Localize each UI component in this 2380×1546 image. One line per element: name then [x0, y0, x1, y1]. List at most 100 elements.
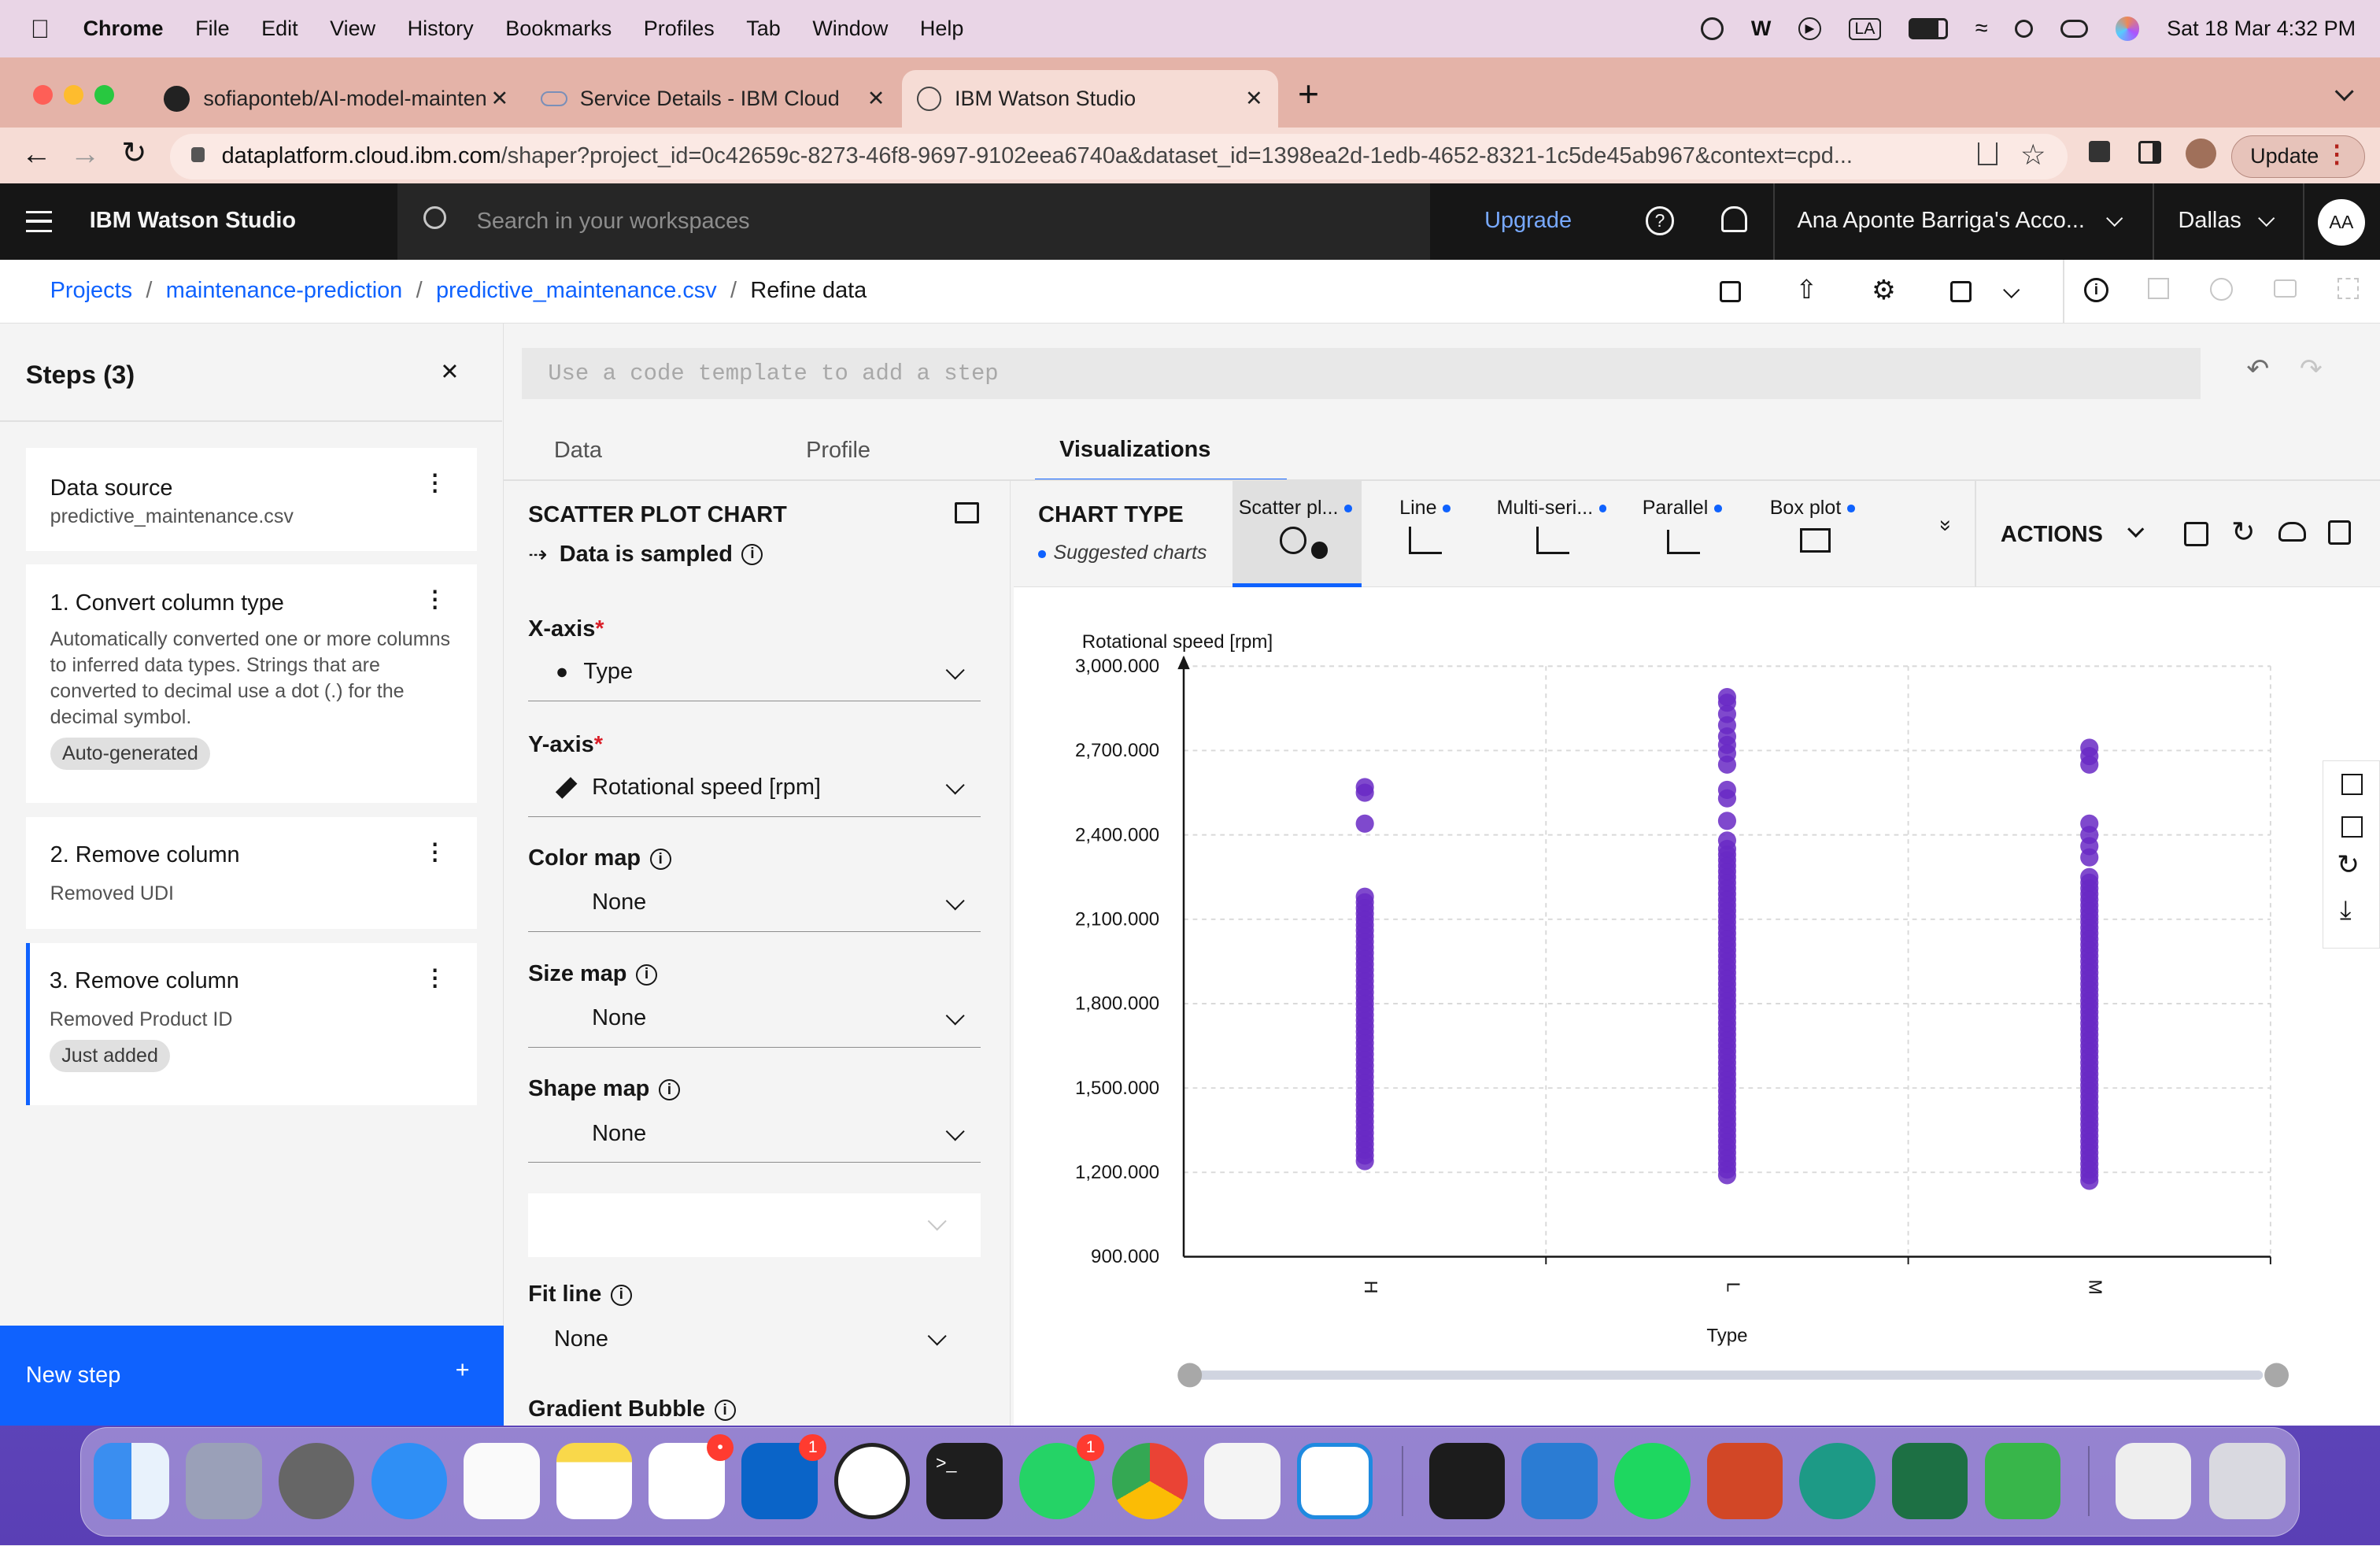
- bookmark-star-icon[interactable]: ☆: [2020, 138, 2046, 172]
- save-icon[interactable]: [1720, 280, 1742, 302]
- chrome-icon[interactable]: [1111, 1443, 1188, 1519]
- new-step-button[interactable]: New step +: [0, 1325, 504, 1426]
- extensions-icon[interactable]: [2088, 141, 2110, 163]
- edge-icon[interactable]: [1799, 1443, 1876, 1519]
- forward-icon[interactable]: →: [70, 137, 101, 172]
- info-icon[interactable]: i: [658, 1079, 680, 1101]
- breadcrumb-projects[interactable]: Projects: [50, 278, 132, 304]
- control-center-icon[interactable]: [2060, 20, 2088, 39]
- schedule-job-icon[interactable]: [1950, 280, 1972, 302]
- upload-cloud-icon[interactable]: [2278, 522, 2306, 542]
- job-chevron-icon[interactable]: [2002, 281, 2020, 299]
- reset-zoom-icon[interactable]: [2341, 816, 2363, 838]
- battery-icon[interactable]: [1908, 18, 1948, 40]
- account-chevron-icon[interactable]: [2105, 209, 2123, 227]
- refresh-icon[interactable]: ↻: [2231, 515, 2256, 549]
- terminal-icon[interactable]: >_: [926, 1443, 1003, 1519]
- outlook-icon[interactable]: 1: [741, 1433, 827, 1519]
- scatter-plot[interactable]: 3,000.000 2,700.000 2,400.000 2,100.000 1,80…: [1014, 587, 2380, 1426]
- breadcrumb-dataset[interactable]: predictive_maintenance.csv: [436, 278, 717, 304]
- region-switcher[interactable]: Dallas: [2179, 208, 2241, 234]
- region-chevron-icon[interactable]: [2257, 209, 2275, 227]
- export-icon[interactable]: ⇧: [1796, 275, 1817, 305]
- chart-type-scatter[interactable]: Scatter pl...: [1232, 481, 1362, 588]
- close-window-button[interactable]: [33, 84, 54, 105]
- slack-icon[interactable]: •: [649, 1433, 734, 1519]
- vscode-icon[interactable]: [1297, 1443, 1373, 1519]
- menu-history[interactable]: History: [408, 17, 474, 41]
- profile-avatar[interactable]: [2186, 138, 2216, 169]
- spotlight-icon[interactable]: [2015, 20, 2034, 39]
- siri-icon[interactable]: [2115, 17, 2140, 42]
- code-template-input[interactable]: Use a code template to add a step: [522, 347, 2201, 400]
- spotify-icon[interactable]: [1614, 1443, 1691, 1519]
- search-input[interactable]: Search in your workspaces: [397, 183, 1430, 260]
- chart-type-parallel[interactable]: Parallel: [1643, 481, 1749, 587]
- info-icon[interactable]: i: [714, 1400, 736, 1422]
- info-icon[interactable]: i: [636, 963, 657, 986]
- more-chart-types-icon[interactable]: »: [1935, 520, 1958, 531]
- excel-icon[interactable]: [1892, 1443, 1968, 1519]
- menu-app[interactable]: Chrome: [83, 17, 164, 41]
- product-name[interactable]: IBM Watson Studio: [90, 208, 296, 234]
- range-slider-handle-left[interactable]: [1177, 1363, 1203, 1388]
- menu-edit[interactable]: Edit: [261, 17, 298, 41]
- settings-list-icon[interactable]: [2328, 520, 2352, 546]
- close-tab-icon[interactable]: ✕: [490, 87, 508, 111]
- settings-gear-icon[interactable]: ⚙: [1872, 275, 1896, 306]
- launchpad-icon[interactable]: [186, 1443, 262, 1519]
- colormap-select[interactable]: None: [528, 875, 981, 933]
- finder-icon[interactable]: [93, 1443, 170, 1519]
- status-icon-w[interactable]: W: [1751, 17, 1771, 41]
- close-tab-icon[interactable]: ✕: [1245, 87, 1263, 111]
- upgrade-link[interactable]: Upgrade: [1484, 208, 1572, 234]
- play-icon[interactable]: ▶: [1798, 17, 1821, 41]
- tab-data[interactable]: Data: [554, 420, 602, 481]
- shapemap-select[interactable]: None: [528, 1105, 981, 1163]
- chart-type-boxplot[interactable]: Box plot: [1770, 481, 1876, 587]
- word-icon[interactable]: [1521, 1443, 1598, 1519]
- menu-view[interactable]: View: [330, 17, 375, 41]
- account-switcher[interactable]: Ana Aponte Barriga's Acco...: [1797, 208, 2084, 234]
- menu-help[interactable]: Help: [920, 17, 964, 41]
- back-icon[interactable]: ←: [21, 137, 52, 172]
- menu-tab[interactable]: Tab: [746, 17, 781, 41]
- reload-icon[interactable]: ↻: [121, 135, 146, 171]
- share-icon[interactable]: [1977, 142, 1998, 166]
- numbers-icon[interactable]: [1984, 1443, 2061, 1519]
- step-overflow-icon[interactable]: ⋮: [423, 469, 446, 497]
- undo-icon[interactable]: ↶: [2246, 353, 2269, 385]
- fitline-select[interactable]: None: [528, 1310, 981, 1367]
- reminders-icon[interactable]: [464, 1443, 540, 1519]
- notification-bell-icon[interactable]: [1721, 206, 1747, 233]
- step-card-1[interactable]: 1. Convert column type Automatically con…: [25, 564, 477, 804]
- step-card-data-source[interactable]: Data source predictive_maintenance.csv ⋮: [25, 447, 477, 552]
- safari-icon[interactable]: [371, 1443, 447, 1519]
- step-overflow-icon[interactable]: ⋮: [423, 586, 446, 613]
- step-card-2[interactable]: 2. Remove column Removed UDI ⋮: [25, 816, 477, 930]
- tab-visualizations[interactable]: Visualizations: [1035, 420, 1288, 482]
- rotate-icon[interactable]: ↻: [2337, 849, 2360, 881]
- sidepanel-icon[interactable]: [2138, 141, 2162, 165]
- browser-tab-github[interactable]: sofiaponteb/AI-model-mainten ✕: [152, 70, 524, 128]
- whatsapp-icon[interactable]: 1: [1019, 1433, 1105, 1519]
- close-tab-icon[interactable]: ✕: [867, 87, 885, 111]
- tab-search-chevron-icon[interactable]: [2334, 82, 2354, 102]
- zoom-window-button[interactable]: [94, 84, 114, 105]
- input-source-badge[interactable]: LA: [1848, 17, 1882, 40]
- yaxis-select[interactable]: Rotational speed [rpm]: [528, 759, 981, 817]
- menu-profiles[interactable]: Profiles: [644, 17, 715, 41]
- menu-bookmarks[interactable]: Bookmarks: [505, 17, 612, 41]
- powerpoint-icon[interactable]: [1706, 1443, 1783, 1519]
- collapse-panel-icon[interactable]: [955, 502, 979, 524]
- step-overflow-icon[interactable]: ⋮: [423, 838, 446, 866]
- breadcrumb-project[interactable]: maintenance-prediction: [166, 278, 402, 304]
- menu-file[interactable]: File: [195, 17, 230, 41]
- chart-type-multiseries[interactable]: Multi-seri...: [1497, 481, 1618, 587]
- webex-icon[interactable]: [1428, 1443, 1506, 1519]
- apple-icon[interactable]: : [31, 14, 50, 44]
- step-card-3[interactable]: 3. Remove column Removed Product ID Just…: [25, 942, 477, 1105]
- browser-tab-watson[interactable]: IBM Watson Studio ✕: [901, 69, 1278, 128]
- info-icon[interactable]: i: [741, 543, 763, 565]
- update-button[interactable]: Update ⋮: [2231, 135, 2365, 178]
